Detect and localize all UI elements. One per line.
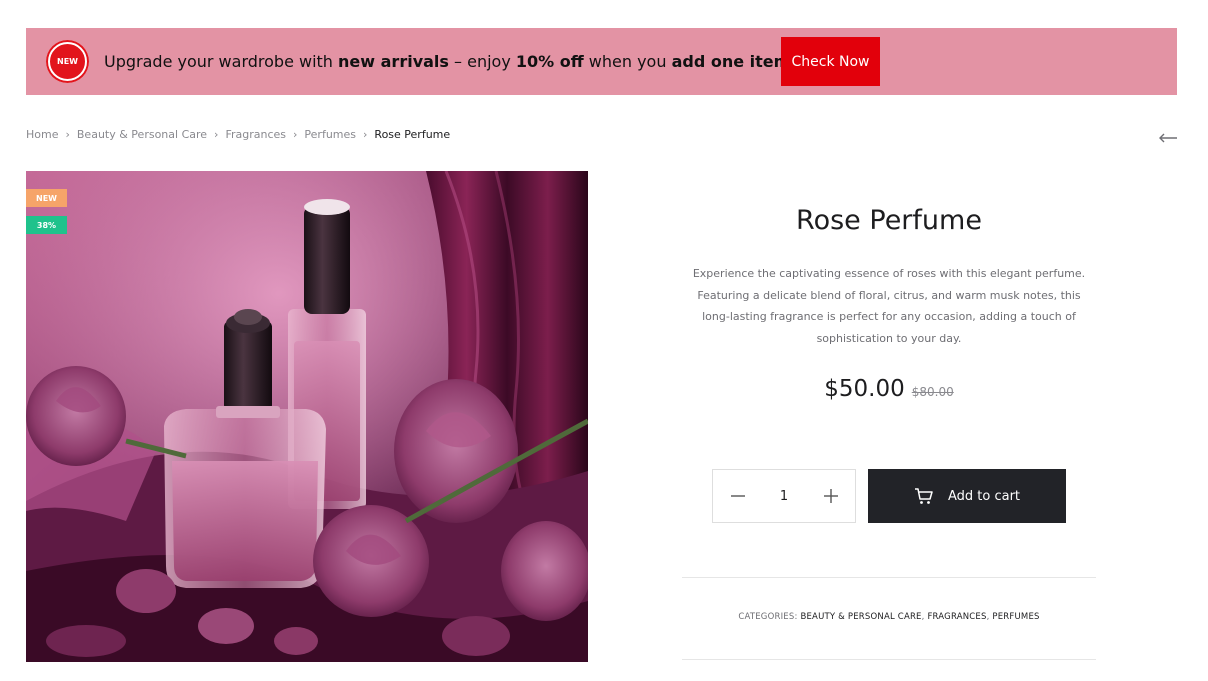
arrow-left-icon[interactable] (1158, 130, 1178, 146)
increase-quantity-button[interactable] (806, 470, 855, 522)
promo-text-part: – enjoy (448, 52, 516, 71)
category-link-beauty[interactable]: BEAUTY & PERSONAL CARE (800, 612, 921, 622)
promo-highlight: new arrivals (338, 52, 449, 71)
check-now-button[interactable]: Check Now (781, 37, 880, 86)
breadcrumb-link-perfumes[interactable]: Perfumes (304, 128, 356, 141)
breadcrumb: Home › Beauty & Personal Care › Fragranc… (26, 128, 450, 141)
category-link-perfumes[interactable]: PERFUMES (992, 612, 1039, 622)
decrease-quantity-button[interactable] (713, 470, 762, 522)
new-badge-icon: NEW (46, 40, 89, 83)
product-image[interactable] (26, 171, 588, 662)
categories-label: CATEGORIES: (738, 612, 798, 622)
chevron-right-icon: › (363, 128, 368, 141)
product-price: $50.00 (824, 376, 905, 402)
quantity-stepper (712, 469, 856, 523)
breadcrumb-link-home[interactable]: Home (26, 128, 58, 141)
promo-highlight: 10% off (515, 52, 584, 71)
chevron-right-icon: › (214, 128, 219, 141)
product-old-price: $80.00 (911, 385, 954, 399)
promo-highlight: add one item! (671, 52, 798, 71)
quantity-input[interactable] (762, 487, 806, 505)
product-categories: CATEGORIES: BEAUTY & PERSONAL CARE, FRAG… (738, 612, 1040, 622)
breadcrumb-link-fragrances[interactable]: Fragrances (225, 128, 286, 141)
new-badge: NEW (26, 189, 67, 207)
price-row: $50.00 $80.00 (682, 376, 1096, 402)
chevron-right-icon: › (65, 128, 70, 141)
add-to-cart-button[interactable]: Add to cart (868, 469, 1066, 523)
cart-icon (914, 488, 933, 504)
promo-banner: NEW Upgrade your wardrobe with new arriv… (26, 28, 1177, 95)
chevron-right-icon: › (293, 128, 298, 141)
promo-text-part: when you (583, 52, 672, 71)
add-to-cart-label: Add to cart (947, 488, 1021, 504)
breadcrumb-current: Rose Perfume (374, 128, 451, 141)
new-badge-label: NEW (48, 42, 87, 81)
promo-text-part: Upgrade your wardrobe with (104, 52, 339, 71)
breadcrumb-link-beauty[interactable]: Beauty & Personal Care (77, 128, 207, 141)
product-description: Experience the captivating essence of ro… (692, 267, 1086, 345)
plus-icon (823, 489, 838, 503)
minus-icon (730, 495, 745, 497)
product-title: Rose Perfume (796, 205, 982, 236)
promo-text: Upgrade your wardrobe with new arrivals … (104, 28, 798, 95)
divider (682, 659, 1096, 660)
discount-badge: 38% (26, 216, 67, 234)
divider (682, 577, 1096, 578)
category-link-fragrances[interactable]: FRAGRANCES (927, 612, 986, 622)
